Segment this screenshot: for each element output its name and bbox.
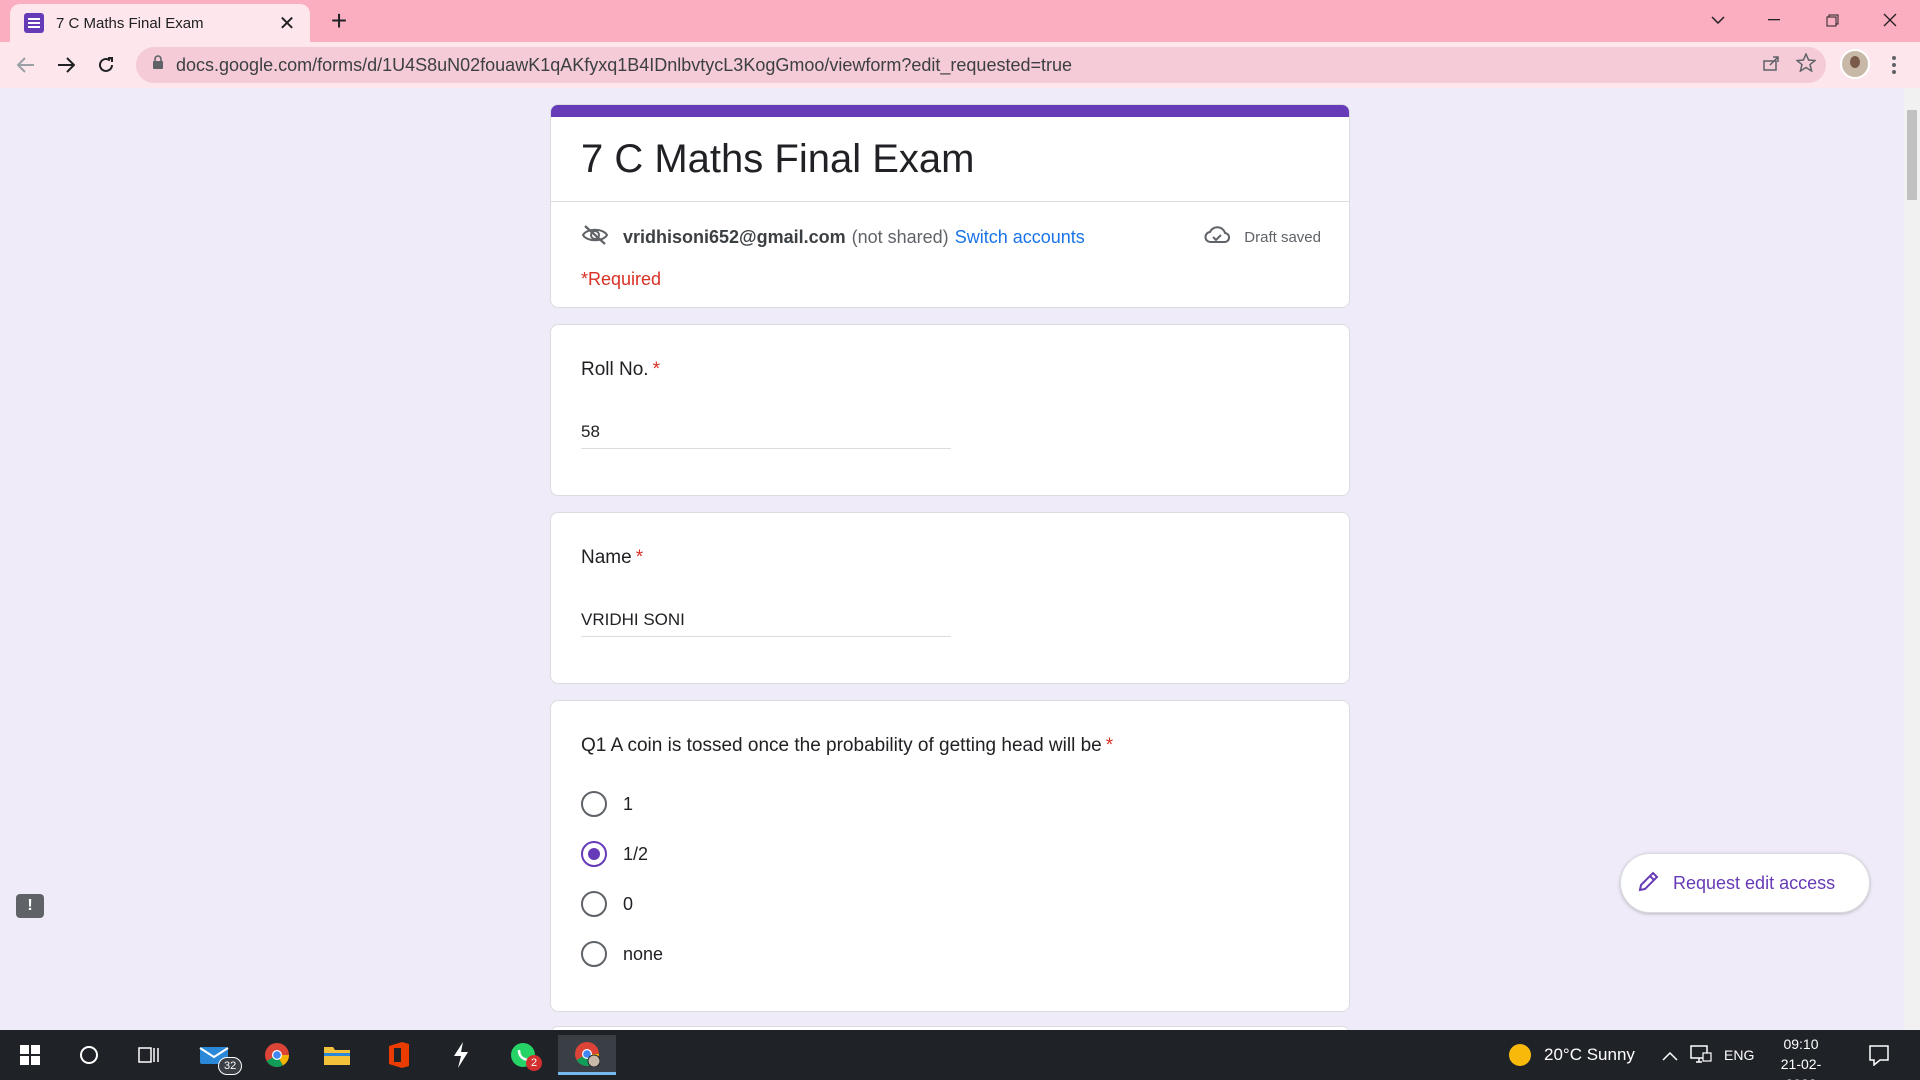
radio-option[interactable]: 1 bbox=[581, 789, 633, 819]
office-icon[interactable] bbox=[374, 1035, 424, 1075]
radio-option[interactable]: 1/2 bbox=[581, 839, 648, 869]
question-card-name: Name * VRIDHI SONI bbox=[550, 512, 1350, 684]
back-arrow-icon[interactable] bbox=[6, 45, 46, 85]
name-input[interactable]: VRIDHI SONI bbox=[581, 603, 951, 637]
system-clock[interactable]: 09:10 21-02-2022 bbox=[1766, 1034, 1836, 1080]
required-asterisk: * bbox=[652, 359, 660, 380]
roll-no-input[interactable]: 58 bbox=[581, 415, 951, 449]
option-label: none bbox=[623, 943, 664, 964]
windows-start-icon[interactable] bbox=[5, 1035, 55, 1075]
address-bar[interactable]: docs.google.com/forms/d/1U4S8uN02fouawK1… bbox=[136, 47, 1826, 83]
required-note: *Required bbox=[581, 269, 662, 289]
language-indicator[interactable]: ENG bbox=[1724, 1047, 1754, 1063]
not-shared-eye-icon bbox=[581, 224, 609, 251]
chrome-profile-active-icon[interactable] bbox=[558, 1035, 616, 1075]
whatsapp-badge: 2 bbox=[526, 1055, 543, 1071]
mail-icon[interactable]: 32 bbox=[190, 1035, 243, 1075]
mail-badge: 32 bbox=[218, 1057, 243, 1075]
page-scrollbar[interactable] bbox=[1904, 88, 1920, 1030]
question-label: Name bbox=[581, 547, 632, 568]
profile-avatar[interactable] bbox=[1840, 49, 1870, 79]
radio-button-selected[interactable] bbox=[581, 841, 607, 867]
search-circle-icon[interactable] bbox=[64, 1035, 114, 1075]
page-viewport: 7 C Maths Final Exam vridhisoni652@gmail… bbox=[0, 88, 1904, 1030]
clock-date: 21-02-2022 bbox=[1780, 1056, 1822, 1080]
question-card-roll-no: Roll No. * 58 bbox=[550, 324, 1350, 496]
radio-button[interactable] bbox=[581, 791, 607, 817]
form-header-card: 7 C Maths Final Exam vridhisoni652@gmail… bbox=[550, 104, 1350, 308]
reload-icon[interactable] bbox=[86, 45, 126, 85]
form-title: 7 C Maths Final Exam bbox=[581, 137, 975, 181]
radio-button[interactable] bbox=[581, 941, 607, 967]
show-hidden-icons-chevron-icon[interactable] bbox=[1662, 1048, 1678, 1066]
form-accent-bar bbox=[551, 105, 1349, 117]
question-label: Roll No. bbox=[581, 359, 649, 380]
forward-arrow-icon[interactable] bbox=[46, 45, 86, 85]
browser-tab[interactable]: 7 C Maths Final Exam ✕ bbox=[10, 4, 310, 42]
task-view-icon[interactable] bbox=[124, 1035, 174, 1075]
minimize-button[interactable] bbox=[1746, 0, 1802, 40]
google-forms-favicon-icon bbox=[24, 13, 44, 33]
feedback-icon[interactable]: ! bbox=[16, 894, 44, 918]
radio-button[interactable] bbox=[581, 891, 607, 917]
account-row: vridhisoni652@gmail.com (not shared) Swi… bbox=[581, 223, 1321, 251]
required-asterisk: * bbox=[635, 547, 644, 568]
restore-button[interactable] bbox=[1804, 0, 1860, 40]
url-text: docs.google.com/forms/d/1U4S8uN02fouawK1… bbox=[176, 54, 1073, 75]
lightning-app-icon[interactable] bbox=[436, 1035, 486, 1075]
browser-toolbar: docs.google.com/forms/d/1U4S8uN02fouawK1… bbox=[0, 42, 1920, 88]
radio-option[interactable]: 0 bbox=[581, 889, 633, 919]
switch-accounts-link[interactable]: Switch accounts bbox=[955, 227, 1085, 248]
chrome-icon[interactable] bbox=[252, 1035, 302, 1075]
question-card-q1: Q1 A coin is tossed once the probability… bbox=[550, 700, 1350, 1012]
clock-time: 09:10 bbox=[1783, 1036, 1819, 1052]
radio-option[interactable]: none bbox=[581, 939, 663, 969]
question-title: Roll No. * bbox=[581, 359, 660, 381]
option-label: 0 bbox=[623, 893, 634, 914]
question-title: Q1 A coin is tossed once the probability… bbox=[581, 735, 1113, 757]
file-explorer-icon[interactable] bbox=[312, 1035, 362, 1075]
network-icon[interactable] bbox=[1690, 1044, 1712, 1069]
draft-status: Draft saved bbox=[1204, 226, 1321, 248]
windows-taskbar: 32 2 20°C Sunny ENG 09:10 21-02-2022 bbox=[0, 1030, 1920, 1080]
request-edit-access-label: Request edit access bbox=[1673, 872, 1836, 893]
close-window-button[interactable] bbox=[1862, 0, 1918, 40]
request-edit-access-button[interactable]: Request edit access bbox=[1620, 853, 1870, 913]
notification-center-icon[interactable] bbox=[1868, 1044, 1890, 1071]
account-email: vridhisoni652@gmail.com bbox=[623, 226, 846, 247]
new-tab-button[interactable]: + bbox=[324, 6, 354, 36]
tab-title: 7 C Maths Final Exam bbox=[56, 14, 204, 32]
option-label: 1/2 bbox=[623, 843, 649, 864]
option-label: 1 bbox=[623, 793, 634, 814]
share-icon[interactable] bbox=[1762, 54, 1782, 77]
whatsapp-icon[interactable]: 2 bbox=[498, 1035, 548, 1075]
browser-tab-strip: 7 C Maths Final Exam ✕ + bbox=[0, 0, 1920, 42]
header-divider bbox=[551, 201, 1349, 202]
browser-menu-icon[interactable] bbox=[1882, 50, 1906, 80]
cloud-done-icon bbox=[1204, 226, 1231, 248]
pencil-icon bbox=[1637, 869, 1661, 898]
question-title: Name * bbox=[581, 547, 643, 569]
bookmark-star-icon[interactable] bbox=[1795, 52, 1817, 77]
tab-search-chevron-icon[interactable] bbox=[1690, 0, 1746, 40]
required-asterisk: * bbox=[1105, 735, 1114, 756]
not-shared-note: (not shared) bbox=[851, 226, 949, 247]
question-label: Q1 A coin is tossed once the probability… bbox=[581, 735, 1102, 756]
lock-icon bbox=[152, 55, 164, 75]
draft-saved-text: Draft saved bbox=[1244, 228, 1321, 246]
weather-text[interactable]: 20°C Sunny bbox=[1544, 1045, 1635, 1065]
scrollbar-thumb[interactable] bbox=[1907, 110, 1917, 200]
sun-weather-icon[interactable] bbox=[1508, 1043, 1532, 1072]
tab-close-icon[interactable]: ✕ bbox=[276, 11, 298, 36]
